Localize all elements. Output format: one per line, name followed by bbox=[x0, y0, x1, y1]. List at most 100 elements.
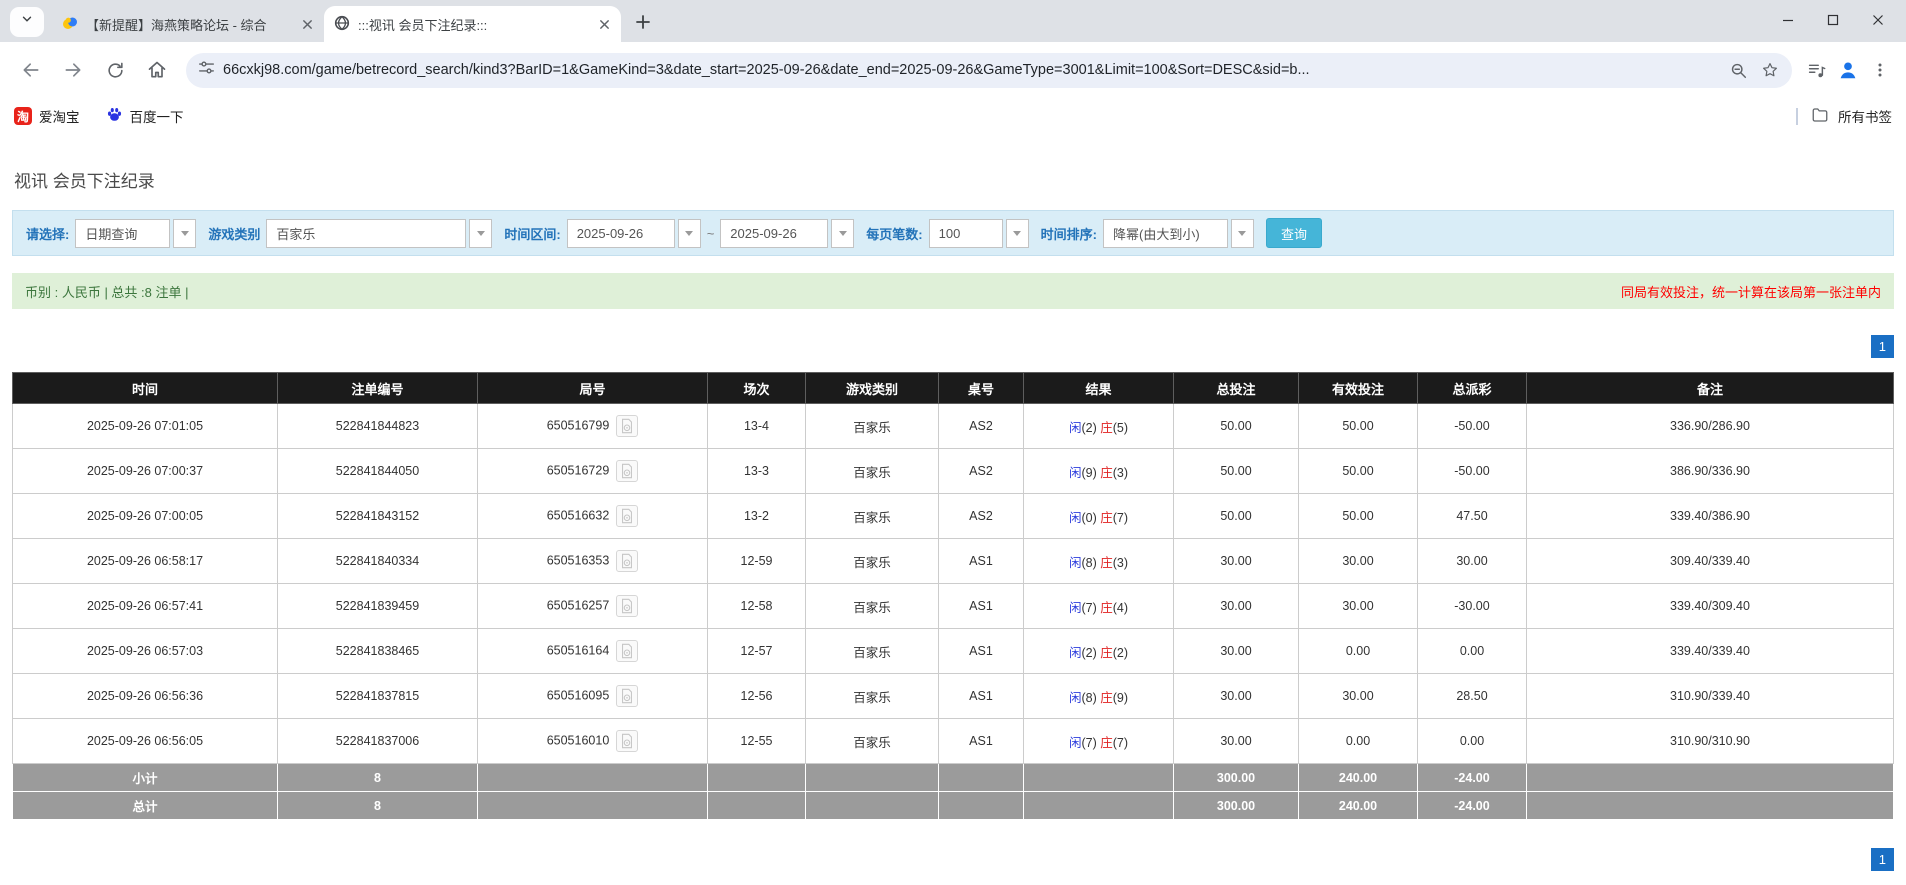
cell-game-type: 百家乐 bbox=[806, 674, 939, 719]
cell-session: 12-55 bbox=[708, 719, 806, 764]
cell-result: 闲(9) 庄(3) bbox=[1024, 449, 1174, 494]
reload-button[interactable] bbox=[97, 52, 133, 88]
folder-icon bbox=[1811, 106, 1829, 127]
close-window-button[interactable] bbox=[1855, 0, 1900, 40]
video-replay-icon[interactable] bbox=[616, 595, 638, 617]
video-replay-icon[interactable] bbox=[616, 730, 638, 752]
bookmark-taobao[interactable]: 淘 爱淘宝 bbox=[14, 106, 80, 126]
player-points: (2) bbox=[1081, 646, 1100, 660]
video-replay-icon[interactable] bbox=[616, 460, 638, 482]
bookmark-label: 爱淘宝 bbox=[39, 106, 80, 126]
tab-bet-records[interactable]: :::视讯 会员下注纪录::: bbox=[324, 6, 621, 42]
profile-avatar[interactable] bbox=[1832, 54, 1864, 86]
search-button[interactable]: 查询 bbox=[1266, 218, 1322, 248]
dropdown-arrow-icon[interactable] bbox=[831, 219, 854, 248]
close-tab-icon[interactable] bbox=[298, 15, 316, 33]
game-type-label: 游戏类别 bbox=[208, 224, 260, 243]
media-controls-icon[interactable] bbox=[1800, 54, 1832, 86]
column-header: 注单编号 bbox=[278, 373, 478, 404]
tab-forum[interactable]: 【新提醒】海燕策略论坛 - 综合 bbox=[52, 6, 324, 42]
cell-result: 闲(8) 庄(3) bbox=[1024, 539, 1174, 584]
banker-result: 庄 bbox=[1100, 646, 1113, 660]
summary-bar: 币别 : 人民币 | 总共 :8 注单 | 同局有效投注，统一计算在该局第一张注… bbox=[12, 273, 1894, 309]
dropdown-arrow-icon[interactable] bbox=[678, 219, 701, 248]
cell-session: 12-56 bbox=[708, 674, 806, 719]
player-result: 闲 bbox=[1069, 646, 1082, 660]
dropdown-arrow-icon[interactable] bbox=[173, 219, 196, 248]
cell-time: 2025-09-26 07:00:37 bbox=[13, 449, 278, 494]
url-text[interactable]: 66cxkj98.com/game/betrecord_search/kind3… bbox=[223, 62, 1714, 78]
banker-result: 庄 bbox=[1100, 691, 1113, 705]
dropdown-arrow-icon[interactable] bbox=[1006, 219, 1029, 248]
footer-empty bbox=[708, 764, 806, 792]
footer-empty bbox=[708, 792, 806, 820]
video-replay-icon[interactable] bbox=[616, 415, 638, 437]
cell-time: 2025-09-26 06:56:36 bbox=[13, 674, 278, 719]
bookmark-star-icon[interactable] bbox=[1754, 54, 1786, 86]
table-header-row: 时间注单编号局号场次游戏类别桌号结果总投注有效投注总派彩备注 bbox=[13, 373, 1894, 404]
tab-search-button[interactable] bbox=[10, 7, 44, 37]
cell-round: 650516632 bbox=[478, 494, 708, 539]
video-replay-icon[interactable] bbox=[616, 640, 638, 662]
footer-valid-bet: 240.00 bbox=[1299, 792, 1418, 820]
game-type-dropdown[interactable]: 百家乐 bbox=[266, 219, 466, 248]
banker-points: (7) bbox=[1113, 736, 1128, 750]
cell-time: 2025-09-26 06:57:41 bbox=[13, 584, 278, 629]
page-number-button[interactable]: 1 bbox=[1871, 335, 1894, 358]
menu-kebab-icon[interactable] bbox=[1864, 54, 1896, 86]
select-mode-dropdown[interactable]: 日期查询 bbox=[75, 219, 170, 248]
tab-strip: 【新提醒】海燕策略论坛 - 综合 :::视讯 会员下注纪录::: bbox=[0, 0, 1906, 42]
cell-valid-bet: 50.00 bbox=[1299, 404, 1418, 449]
banker-points: (5) bbox=[1113, 421, 1128, 435]
tab-title: 【新提醒】海燕策略论坛 - 综合 bbox=[86, 15, 290, 34]
cell-note: 336.90/286.90 bbox=[1527, 404, 1894, 449]
zoom-icon[interactable] bbox=[1722, 54, 1754, 86]
cell-bet-id: 522841838465 bbox=[278, 629, 478, 674]
subtotal-row: 小计8300.00240.00-24.00 bbox=[13, 764, 1894, 792]
home-button[interactable] bbox=[139, 52, 175, 88]
round-number: 650516257 bbox=[547, 598, 610, 612]
page-size-dropdown[interactable]: 100 bbox=[929, 219, 1003, 248]
date-end-input[interactable]: 2025-09-26 bbox=[720, 219, 828, 248]
cell-table-no: AS2 bbox=[939, 404, 1024, 449]
bookmark-baidu[interactable]: 百度一下 bbox=[106, 106, 184, 126]
new-tab-button[interactable] bbox=[629, 8, 657, 36]
cell-game-type: 百家乐 bbox=[806, 629, 939, 674]
player-points: (7) bbox=[1081, 601, 1100, 615]
video-replay-icon[interactable] bbox=[616, 685, 638, 707]
cell-result: 闲(7) 庄(7) bbox=[1024, 719, 1174, 764]
table-row: 2025-09-26 06:56:36522841837815650516095… bbox=[13, 674, 1894, 719]
video-replay-icon[interactable] bbox=[616, 550, 638, 572]
back-button[interactable] bbox=[13, 52, 49, 88]
date-start-input[interactable]: 2025-09-26 bbox=[567, 219, 675, 248]
page-number-button[interactable]: 1 bbox=[1871, 848, 1894, 871]
window-controls bbox=[1765, 0, 1900, 40]
cell-bet-id: 522841840334 bbox=[278, 539, 478, 584]
cell-game-type: 百家乐 bbox=[806, 539, 939, 584]
cell-total-bet: 50.00 bbox=[1174, 494, 1299, 539]
player-points: (8) bbox=[1081, 691, 1100, 705]
dropdown-arrow-icon[interactable] bbox=[1231, 219, 1254, 248]
cell-result: 闲(2) 庄(2) bbox=[1024, 629, 1174, 674]
date-range-label: 时间区间: bbox=[504, 224, 560, 243]
video-replay-icon[interactable] bbox=[616, 505, 638, 527]
cell-round: 650516799 bbox=[478, 404, 708, 449]
close-tab-icon[interactable] bbox=[595, 15, 613, 33]
footer-payout: -24.00 bbox=[1418, 792, 1527, 820]
round-number: 650516095 bbox=[547, 688, 610, 702]
address-bar[interactable]: 66cxkj98.com/game/betrecord_search/kind3… bbox=[186, 53, 1792, 88]
footer-empty bbox=[478, 764, 708, 792]
dropdown-arrow-icon[interactable] bbox=[469, 219, 492, 248]
all-bookmarks[interactable]: 所有书签 bbox=[1796, 106, 1892, 127]
round-number: 650516164 bbox=[547, 643, 610, 657]
site-settings-icon[interactable] bbox=[198, 59, 215, 81]
minimize-button[interactable] bbox=[1765, 0, 1810, 40]
forward-button[interactable] bbox=[55, 52, 91, 88]
bookmark-label: 百度一下 bbox=[130, 106, 184, 126]
player-result: 闲 bbox=[1069, 421, 1082, 435]
cell-note: 386.90/336.90 bbox=[1527, 449, 1894, 494]
cell-round: 650516353 bbox=[478, 539, 708, 584]
sort-dropdown[interactable]: 降幂(由大到小) bbox=[1103, 219, 1228, 248]
column-header: 备注 bbox=[1527, 373, 1894, 404]
maximize-button[interactable] bbox=[1810, 0, 1855, 40]
